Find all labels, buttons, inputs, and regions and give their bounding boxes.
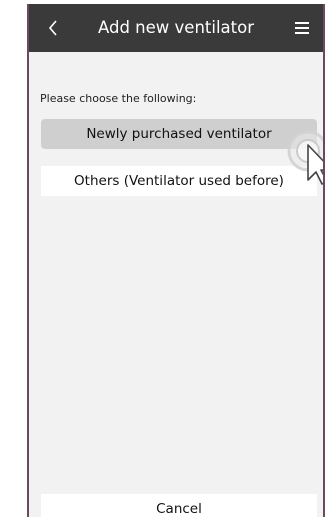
hamburger-menu-icon bbox=[295, 22, 309, 34]
menu-button[interactable] bbox=[287, 4, 317, 52]
chevron-left-icon bbox=[48, 20, 57, 36]
choice-prompt: Please choose the following: bbox=[40, 92, 197, 105]
cancel-button[interactable]: Cancel bbox=[41, 494, 317, 517]
app-screen: Add new ventilator Please choose the fol… bbox=[27, 4, 325, 517]
page-title: Add new ventilator bbox=[97, 18, 254, 37]
back-button[interactable] bbox=[39, 4, 67, 52]
others-ventilator-used-before-button[interactable]: Others (Ventilator used before) bbox=[41, 166, 317, 196]
app-header: Add new ventilator bbox=[29, 4, 323, 52]
newly-purchased-ventilator-button[interactable]: Newly purchased ventilator bbox=[41, 119, 317, 149]
